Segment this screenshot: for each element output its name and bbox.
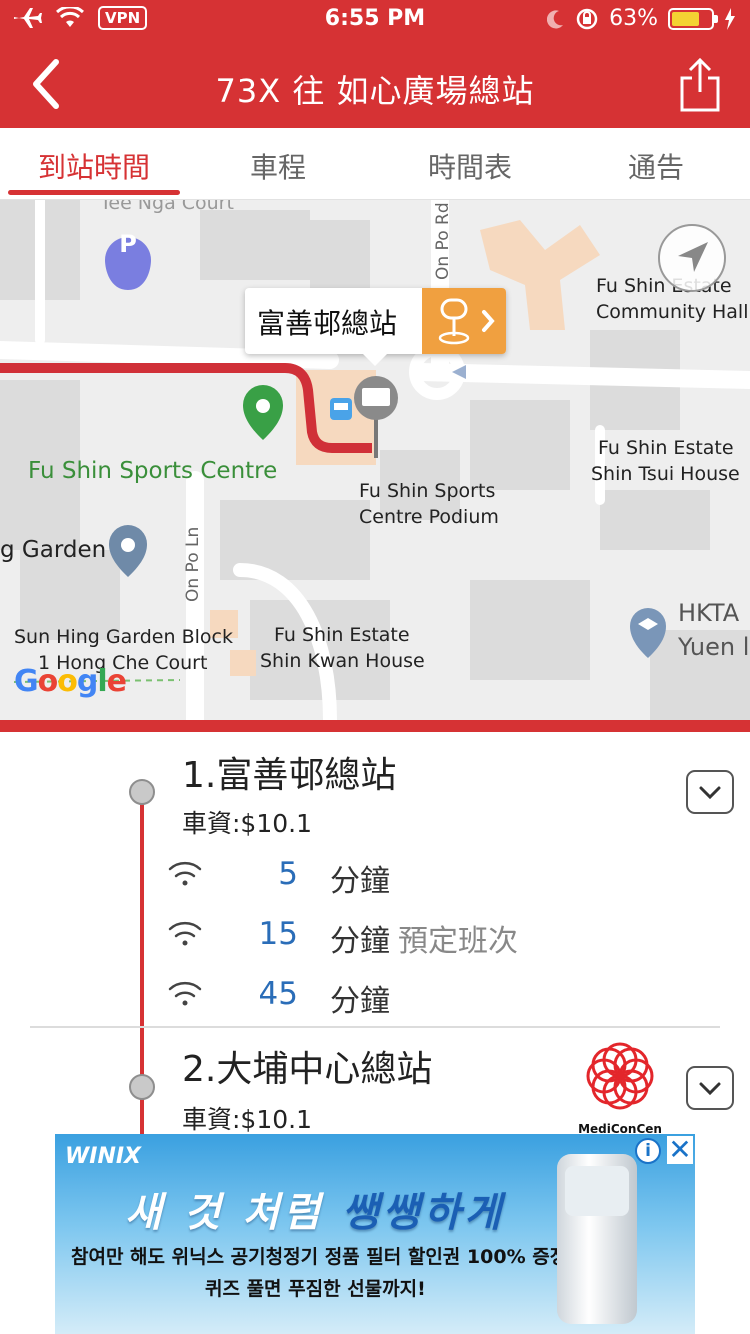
medicon-flower-icon	[586, 1042, 654, 1110]
active-tab-indicator	[8, 190, 180, 195]
map-label-sun-hing-1: Sun Hing Garden Block	[14, 626, 233, 648]
expand-stop-button[interactable]	[686, 1066, 734, 1110]
tab-bar: 到站時間 車程 時間表 通告	[0, 128, 750, 200]
tab-arrival-time[interactable]: 到站時間	[4, 146, 184, 186]
realtime-signal-icon	[168, 981, 202, 1006]
eta-unit: 分鐘	[330, 864, 390, 899]
back-arrow-icon[interactable]	[26, 56, 70, 112]
stop-divider	[30, 1026, 720, 1028]
eta-unit: 分鐘	[330, 924, 390, 959]
svg-text:P: P	[119, 230, 137, 258]
map-label-shin-kwan-1: Fu Shin Estate	[274, 624, 410, 646]
map-label-podium-2: Centre Podium	[359, 506, 499, 528]
map-label-shin-tsui-1: Fu Shin Estate	[598, 437, 734, 459]
charging-icon	[725, 7, 735, 30]
chevron-down-icon	[699, 786, 721, 800]
share-icon[interactable]	[678, 56, 722, 112]
ad-headline-highlight: 쌩쌩하게	[341, 1190, 506, 1236]
map-label-shin-kwan-2: Shin Kwan House	[260, 650, 425, 672]
eta-minutes: 5	[278, 856, 298, 892]
battery-icon	[668, 7, 718, 30]
chevron-down-icon	[699, 1082, 721, 1096]
map-label-community-hall-2: Community Hall	[596, 301, 749, 323]
stop-marker	[129, 779, 155, 805]
header-bar: VPN 6:55 PM 63% 73X 往 如心廣場總站	[0, 0, 750, 128]
map-divider	[0, 720, 750, 732]
expand-stop-button[interactable]	[686, 770, 734, 814]
ad-info-icon[interactable]: i	[635, 1138, 661, 1164]
map-label-hkta-1: HKTA	[678, 599, 740, 627]
tab-route[interactable]: 車程	[188, 146, 368, 186]
stop-fare: 車資:$10.1	[182, 1105, 312, 1134]
map-road-on-po-ln: On Po Ln	[183, 526, 203, 602]
map-label-tee-nga: Tee Nga Court	[100, 200, 234, 214]
ad-line-3: 퀴즈 풀면 푸짐한 선물까지!	[205, 1278, 426, 1300]
eta-row: 45 分鐘	[0, 972, 750, 1020]
tab-notices[interactable]: 通告	[566, 146, 746, 186]
eta-row: 15 分鐘 預定班次	[0, 912, 750, 960]
stop-callout[interactable]: 富善邨總站	[245, 288, 506, 366]
map-road-on-po-rd: On Po Rd	[433, 202, 453, 280]
bus-stop-pin-icon	[438, 298, 495, 345]
map-label-hkta-2: Yuen l	[678, 633, 750, 661]
rotation-lock-icon	[576, 8, 598, 29]
google-logo: Google	[14, 664, 127, 699]
stop-name[interactable]: 1.富善邨總站	[182, 746, 396, 798]
route-map[interactable]: P Tee Nga Court On Po Rd Fu Shin Estate …	[0, 200, 750, 720]
eta-minutes: 15	[258, 916, 298, 952]
ad-brand: WINIX	[65, 1144, 142, 1169]
eta-row: 5 分鐘	[0, 852, 750, 900]
ad-line-2: 참여만 해도 위닉스 공기청정기 정품 필터 할인권 100% 증정!!	[71, 1246, 585, 1268]
realtime-signal-icon	[168, 921, 202, 946]
eta-scheduled-note: 預定班次	[398, 924, 518, 959]
locate-me-button[interactable]	[658, 224, 726, 292]
ad-headline-part: 새 것 처럼	[125, 1190, 342, 1236]
ad-close-icon[interactable]: ✕	[667, 1136, 693, 1164]
stop-fare: 車資:$10.1	[182, 809, 312, 838]
realtime-signal-icon	[168, 861, 202, 886]
tab-timetable[interactable]: 時間表	[380, 146, 560, 186]
sponsor-logo[interactable]: MediConCen	[578, 1034, 662, 1136]
status-bar: VPN 6:55 PM 63%	[0, 0, 750, 40]
eta-minutes: 45	[258, 976, 298, 1012]
ad-banner[interactable]: WINIX 새 것 처럼 쌩쌩하게 참여만 해도 위닉스 공기청정기 정품 필터…	[55, 1134, 695, 1334]
moon-icon	[547, 9, 564, 28]
stop-marker	[129, 1074, 155, 1100]
navigation-arrow-icon	[678, 242, 708, 272]
map-label-garden: g Garden	[0, 537, 107, 563]
map-label-podium-1: Fu Shin Sports	[359, 480, 496, 502]
ad-headline: 새 것 처럼 쌩쌩하게	[125, 1180, 505, 1238]
map-label-shin-tsui-2: Shin Tsui House	[591, 463, 740, 485]
page-title: 73X 往 如心廣場總站	[215, 72, 535, 110]
battery-percent: 63%	[609, 6, 658, 31]
map-label-sports-centre: Fu Shin Sports Centre	[28, 458, 278, 484]
app-screen: VPN 6:55 PM 63% 73X 往 如心廣場總站 到站時間 車程 時間表…	[0, 0, 750, 1334]
stop-name[interactable]: 2.大埔中心總站	[182, 1040, 432, 1092]
air-purifier-image	[557, 1154, 637, 1324]
eta-unit: 分鐘	[330, 984, 390, 1019]
callout-detail-button[interactable]	[422, 288, 506, 354]
callout-stop-name: 富善邨總站	[257, 307, 398, 340]
